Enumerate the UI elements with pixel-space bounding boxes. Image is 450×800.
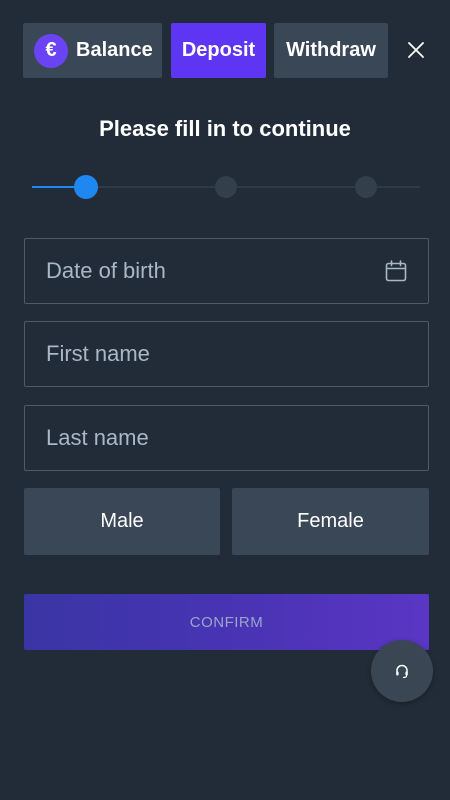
- first-name-field[interactable]: [24, 321, 429, 387]
- step-3-dot: [355, 176, 377, 198]
- tab-withdraw-label: Withdraw: [286, 39, 376, 61]
- female-button-label: Female: [297, 510, 364, 532]
- wallet-tabs: € Balance Deposit Withdraw: [23, 23, 450, 78]
- euro-icon: €: [34, 33, 68, 68]
- support-chat-button[interactable]: [371, 640, 433, 702]
- first-name-input[interactable]: [46, 341, 408, 367]
- calendar-icon[interactable]: [384, 259, 408, 283]
- last-name-field[interactable]: [24, 405, 429, 471]
- tab-deposit[interactable]: Deposit: [171, 23, 266, 78]
- confirm-button[interactable]: CONFIRM: [24, 594, 429, 650]
- progress-stepper: [32, 175, 420, 199]
- deposit-modal: € Balance Deposit Withdraw Please fill i…: [0, 0, 450, 800]
- last-name-input[interactable]: [46, 425, 408, 451]
- step-1-dot: [74, 175, 98, 199]
- male-button-label: Male: [100, 510, 144, 532]
- page-title: Please fill in to continue: [99, 116, 351, 141]
- date-of-birth-field[interactable]: [24, 238, 429, 304]
- tab-balance[interactable]: € Balance: [23, 23, 162, 78]
- male-button[interactable]: Male: [24, 488, 220, 555]
- step-2-dot: [215, 176, 237, 198]
- close-icon: [408, 42, 424, 58]
- close-button[interactable]: [405, 37, 427, 63]
- date-of-birth-input[interactable]: [46, 258, 384, 284]
- tab-withdraw[interactable]: Withdraw: [274, 23, 388, 78]
- female-button[interactable]: Female: [232, 488, 429, 555]
- tab-balance-label: Balance: [76, 39, 153, 61]
- confirm-button-label: CONFIRM: [189, 613, 264, 631]
- headset-icon: [396, 664, 408, 679]
- tab-deposit-label: Deposit: [181, 39, 256, 61]
